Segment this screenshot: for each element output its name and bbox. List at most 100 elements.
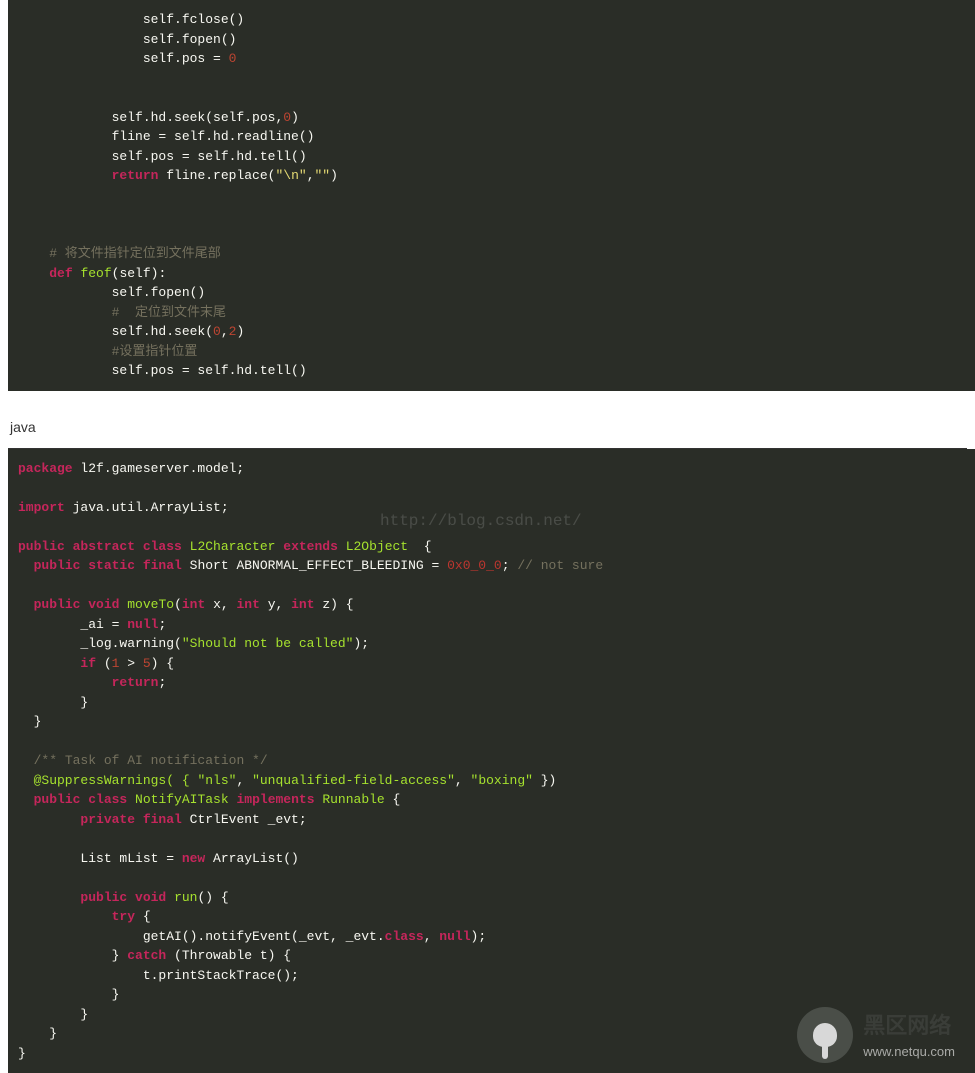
annotation: @SuppressWarnings( { [18, 773, 197, 788]
code-text: { [385, 792, 401, 807]
code-text: fline.replace( [158, 168, 275, 183]
code-string: "" [315, 168, 331, 183]
keyword-modifiers: public class [34, 792, 128, 807]
code-literal: 0x0_0_0 [447, 558, 502, 573]
keyword-package: package [18, 461, 73, 476]
method-name: run [174, 890, 197, 905]
keyword-return: return [112, 168, 159, 183]
code-comment: // not sure [517, 558, 603, 573]
code-text: Short ABNORMAL_EFFECT_BLEEDING = [182, 558, 447, 573]
keyword-null: null [127, 617, 158, 632]
keyword-class: class [385, 929, 424, 944]
code-line: fline = self.hd.readline() [18, 129, 314, 144]
code-comment: #设置指针位置 [18, 344, 197, 359]
code-text: l2f.gameserver.model; [73, 461, 245, 476]
code-line: self.fclose() [18, 12, 244, 27]
code-text: }) [533, 773, 556, 788]
code-line: } [18, 1026, 57, 1041]
keyword-def: def [49, 266, 72, 281]
code-text: , [221, 324, 229, 339]
code-text: ( [96, 656, 112, 671]
code-text: ) [236, 324, 244, 339]
code-text: ; [158, 617, 166, 632]
code-line: } [18, 695, 88, 710]
code-line: self.fopen() [18, 285, 205, 300]
code-line: self.pos = self.hd.tell() [18, 149, 307, 164]
code-indent [18, 792, 34, 807]
code-text: () { [197, 890, 228, 905]
class-name: L2Character [190, 539, 276, 554]
code-text: ; [502, 558, 518, 573]
code-indent [18, 597, 34, 612]
code-indent [18, 890, 80, 905]
python-code-block: self.fclose() self.fopen() self.pos = 0 … [8, 0, 975, 391]
spacer [0, 391, 975, 411]
java-code-block: package l2f.gameserver.model; import jav… [8, 449, 975, 1073]
keyword-modifiers: public abstract class [18, 539, 182, 554]
code-indent [18, 266, 49, 281]
code-text: z) { [315, 597, 354, 612]
keyword-implements: implements [236, 792, 314, 807]
code-text: java.util.ArrayList; [65, 500, 229, 515]
code-text: > [119, 656, 142, 671]
keyword-null: null [439, 929, 470, 944]
footer-title: 黑区网络 [863, 1009, 955, 1042]
code-comment: # 定位到文件末尾 [18, 305, 226, 320]
class-name: L2Object [346, 539, 408, 554]
code-text: , [236, 773, 252, 788]
keyword-modifiers: private final [80, 812, 181, 827]
class-name: NotifyAITask [135, 792, 229, 807]
code-text: x, [205, 597, 236, 612]
footer-url: www.netqu.com [863, 1042, 955, 1062]
keyword-extends: extends [283, 539, 338, 554]
code-number: 0 [213, 324, 221, 339]
keyword-modifiers: public static final [34, 558, 182, 573]
code-text: { [135, 909, 151, 924]
code-indent [18, 909, 112, 924]
code-text: ; [158, 675, 166, 690]
method-name: moveTo [127, 597, 174, 612]
code-string: "boxing" [471, 773, 533, 788]
code-text: ); [353, 636, 369, 651]
keyword-catch: catch [127, 948, 166, 963]
keyword-if: if [80, 656, 96, 671]
code-line: } [18, 987, 119, 1002]
code-text: { [408, 539, 431, 554]
code-line: t.printStackTrace(); [18, 968, 299, 983]
code-string: "unqualified-field-access" [252, 773, 455, 788]
code-line: } [18, 1007, 88, 1022]
java-label: java [0, 411, 975, 448]
code-text: self.hd.seek( [18, 324, 213, 339]
code-text [127, 792, 135, 807]
code-indent [18, 168, 112, 183]
keyword-int: int [182, 597, 205, 612]
code-line: self.pos = self.hd.tell() [18, 363, 307, 378]
keyword-return: return [112, 675, 159, 690]
code-text: getAI().notifyEvent(_evt, _evt. [18, 929, 385, 944]
class-name: Runnable [322, 792, 384, 807]
keyword-int: int [291, 597, 314, 612]
code-comment: /** Task of AI notification */ [34, 753, 268, 768]
code-line: } [18, 1046, 26, 1061]
code-text: (Throwable t) { [166, 948, 291, 963]
keyword-new: new [182, 851, 205, 866]
code-number: 0 [229, 51, 237, 66]
code-text: ( [174, 597, 182, 612]
code-text: ) [291, 110, 299, 125]
code-string: "\n" [275, 168, 306, 183]
footer-watermark: 黑区网络 www.netqu.com [797, 1007, 955, 1063]
code-text: y, [260, 597, 291, 612]
code-text: } [18, 948, 127, 963]
code-text: , [455, 773, 471, 788]
code-line: } [18, 714, 41, 729]
mushroom-logo-icon [797, 1007, 853, 1063]
footer-text: 黑区网络 www.netqu.com [863, 1009, 955, 1062]
code-string: "Should not be called" [182, 636, 354, 651]
code-text: ArrayList() [205, 851, 299, 866]
keyword-modifiers: public void [34, 597, 120, 612]
java-code: package l2f.gameserver.model; import jav… [18, 459, 965, 1064]
code-text: _ai = [18, 617, 127, 632]
code-line: self.hd.seek(self.pos, [18, 110, 283, 125]
code-number: 0 [283, 110, 291, 125]
code-number: 5 [143, 656, 151, 671]
